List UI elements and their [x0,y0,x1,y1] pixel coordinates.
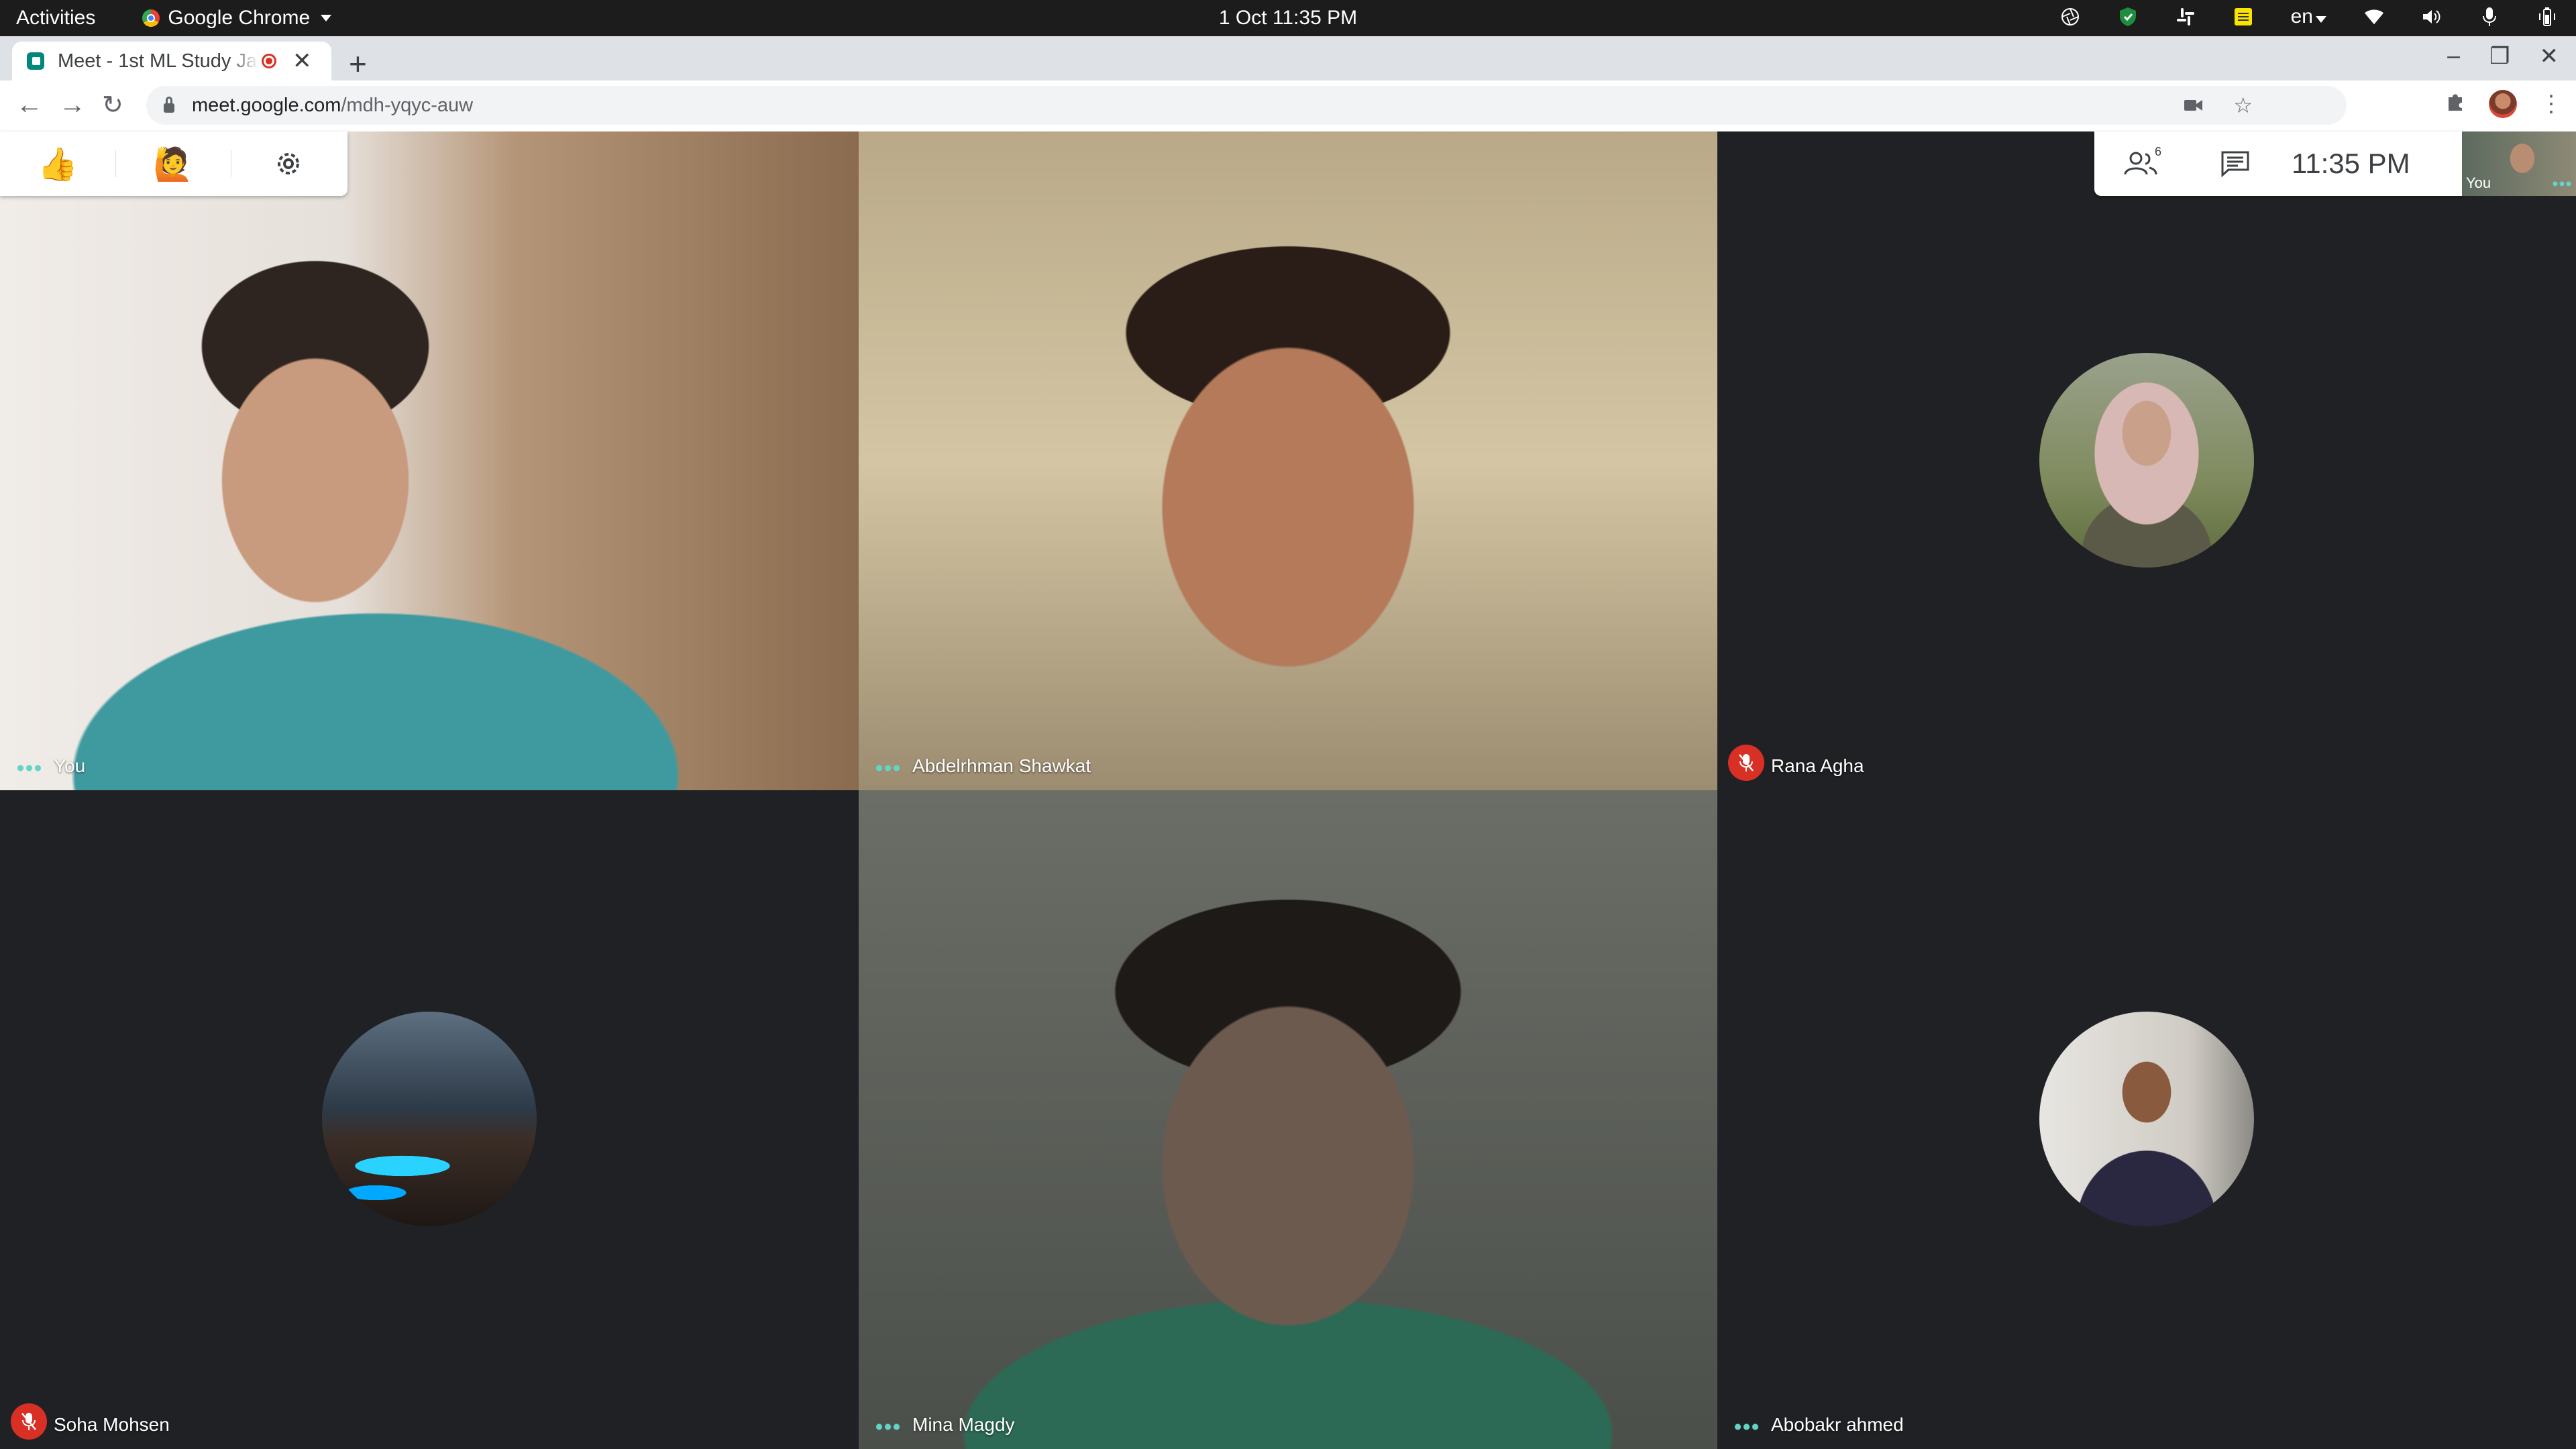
participant-name: Rana Agha [1771,755,1864,776]
chat-button[interactable] [2188,150,2282,177]
activity-dots-icon[interactable] [2552,181,2572,186]
chevron-down-icon [2316,16,2326,23]
participant-tile-you[interactable]: You [0,131,859,790]
participant-tile-mina[interactable]: Mina Magdy [859,790,1717,1449]
back-icon[interactable]: ← [16,90,43,120]
slack-icon[interactable] [2176,7,2196,27]
participant-name: Abdelrhman Shawkat [912,755,1091,776]
battery-icon[interactable] [2537,7,2557,27]
shield-icon[interactable] [2118,7,2138,27]
language-label: en [2290,5,2313,28]
meeting-info-bar: 6 11:35 PM [2094,131,2462,196]
url-text[interactable]: meet.google.com/mdh-yqyc-auw [192,95,473,117]
raise-hand-reaction-button[interactable]: 🙋 [115,131,231,196]
profile-avatar[interactable] [2489,90,2517,118]
reactions-toolbar: 👍 🙋 [0,131,347,196]
wifi-icon[interactable] [2364,7,2384,27]
activity-dots-icon[interactable] [16,765,43,771]
close-tab-icon[interactable]: ✕ [292,48,312,74]
close-window-icon[interactable]: ✕ [2540,43,2559,70]
participant-tile-abobakr[interactable]: Abobakr ahmed [1717,790,2576,1449]
participant-avatar [322,1012,537,1226]
people-button[interactable]: 6 [2094,145,2188,177]
participant-avatar [2039,353,2254,568]
chrome-menu-icon[interactable]: ⋮ [2540,91,2563,117]
mic-off-icon [1728,745,1764,781]
participant-tile-abdelrhman[interactable]: Abdelrhman Shawkat [859,131,1717,790]
participants-count: 6 [2154,145,2161,158]
participant-name: You [54,755,86,776]
self-view-label: You [2466,174,2491,191]
microphone-icon[interactable] [2479,7,2500,27]
participant-grid: You Abdelrhman Shawkat Rana Agha Soha Mo… [0,131,2576,1449]
bookmark-star-icon[interactable]: ☆ [2233,93,2253,118]
address-bar[interactable]: meet.google.com/mdh-yqyc-auw ☆ [146,86,2347,125]
os-top-bar: Activities Google Chrome 1 Oct 11:35 PM … [0,0,2576,36]
participant-avatar [2039,1012,2254,1226]
mic-off-icon [11,1403,47,1440]
tab-title: Meet - 1st ML Study Jam [58,50,259,72]
tab-strip: Meet - 1st ML Study Jam ✕ + – ❐ ✕ [0,36,2576,82]
thumbs-up-reaction-button[interactable]: 👍 [0,131,115,196]
notes-icon[interactable] [2233,7,2253,27]
navigation-toolbar: ← → ↻ meet.google.com/mdh-yqyc-auw ☆ ⋮ [0,80,2576,132]
minimize-icon[interactable]: – [2447,43,2460,70]
activity-dots-icon[interactable] [875,1424,902,1430]
lock-icon[interactable] [164,97,174,113]
new-tab-button[interactable]: + [349,46,367,82]
self-view-thumbnail[interactable]: You [2462,131,2576,196]
gear-icon [278,153,299,174]
participant-name: Mina Magdy [912,1414,1015,1435]
meeting-time: 11:35 PM [2292,148,2410,179]
extensions-icon[interactable] [2445,91,2466,118]
meet-favicon [27,52,44,70]
chat-icon [2221,151,2249,177]
url-host: meet.google.com [192,94,341,116]
restore-icon[interactable]: ❐ [2489,43,2510,70]
aperture-icon[interactable] [2060,7,2080,27]
activity-dots-icon[interactable] [1733,1424,1760,1430]
participant-tile-soha[interactable]: Soha Mohsen [0,790,859,1449]
participant-name: Soha Mohsen [54,1414,170,1435]
camera-in-use-icon[interactable] [2184,93,2204,118]
participant-name: Abobakr ahmed [1771,1414,1904,1435]
people-icon [2124,152,2157,175]
settings-button[interactable] [231,131,346,196]
browser-tab-meet[interactable]: Meet - 1st ML Study Jam ✕ [12,42,331,80]
language-selector[interactable]: en [2291,5,2326,28]
activity-dots-icon[interactable] [875,765,902,771]
reload-icon[interactable]: ↻ [102,90,123,120]
forward-icon[interactable]: → [59,90,86,120]
participant-tile-rana[interactable]: Rana Agha [1717,131,2576,790]
url-path: /mdh-yqyc-auw [341,94,474,116]
recording-indicator-icon [262,54,276,68]
volume-icon[interactable] [2422,7,2442,27]
